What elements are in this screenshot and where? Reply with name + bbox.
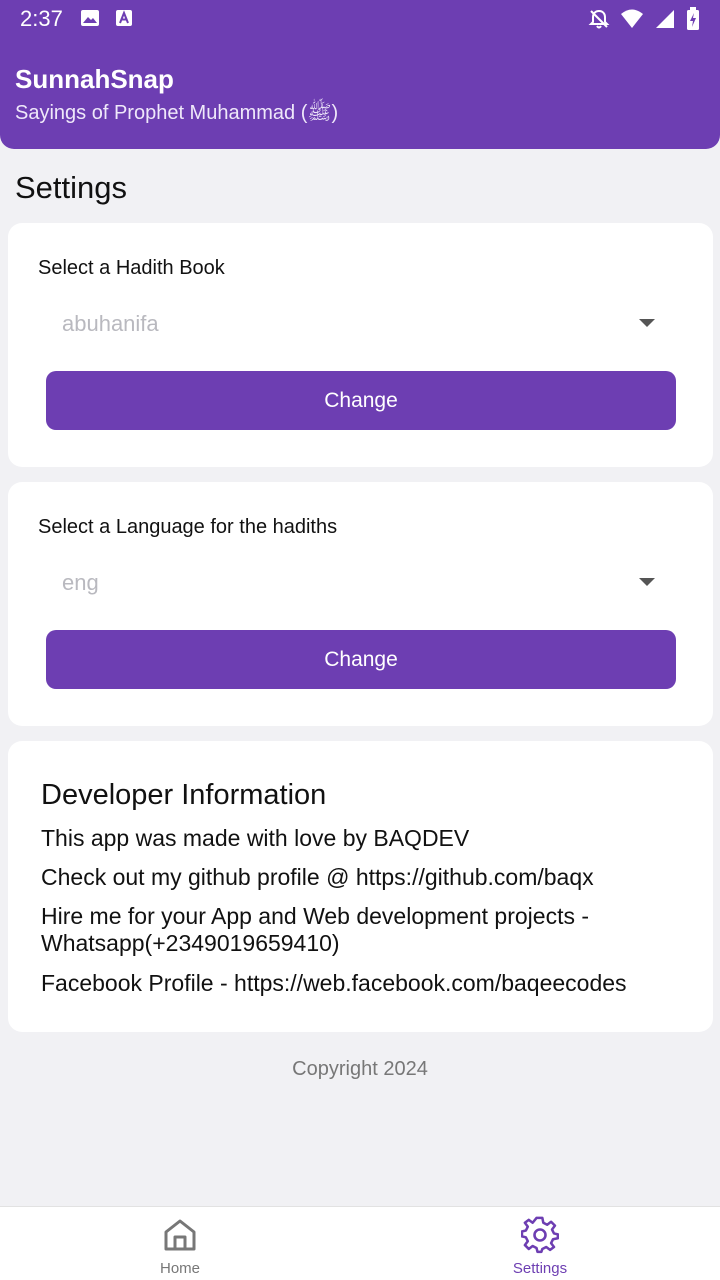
chevron-down-icon[interactable] xyxy=(639,578,655,586)
status-right-icons xyxy=(588,7,700,31)
developer-info-card: Developer Information This app was made … xyxy=(8,741,713,1032)
app-header: 2:37 SunnahSnap Sayings of Prophet Muham… xyxy=(0,0,720,149)
language-label: Select a Language for the hadiths xyxy=(38,516,338,538)
wifi-icon xyxy=(621,9,643,28)
developer-line-github[interactable]: Check out my github profile @ https://gi… xyxy=(41,864,681,891)
chevron-down-icon[interactable] xyxy=(639,319,655,327)
status-bar: 2:37 xyxy=(0,0,720,37)
page-title: Settings xyxy=(15,170,128,205)
bell-off-icon xyxy=(588,9,610,29)
bottom-nav: Home Settings xyxy=(0,1206,720,1280)
developer-heading: Developer Information xyxy=(41,779,327,811)
status-time: 2:37 xyxy=(20,6,63,31)
nav-label-home: Home xyxy=(159,1260,200,1277)
developer-line-hire[interactable]: Hire me for your App and Web development… xyxy=(41,903,681,957)
change-language-button[interactable]: Change xyxy=(46,630,676,689)
home-icon xyxy=(164,1219,196,1251)
hadith-book-card: Select a Hadith Book abuhanifa Change xyxy=(8,223,713,467)
hadith-book-select[interactable]: abuhanifa xyxy=(62,311,159,337)
status-left-icons xyxy=(80,8,134,28)
signal-icon xyxy=(656,10,674,28)
language-card: Select a Language for the hadiths eng Ch… xyxy=(8,482,713,726)
app-title: SunnahSnap xyxy=(15,64,174,94)
hadith-book-label: Select a Hadith Book xyxy=(38,257,225,279)
change-book-button[interactable]: Change xyxy=(46,371,676,430)
language-select[interactable]: eng xyxy=(62,570,99,596)
image-icon xyxy=(81,10,99,26)
copyright-text: Copyright 2024 xyxy=(292,1058,428,1080)
nav-label-settings: Settings xyxy=(512,1260,568,1277)
developer-line-facebook[interactable]: Facebook Profile - https://web.facebook.… xyxy=(41,970,681,997)
app-subtitle: Sayings of Prophet Muhammad (ﷺ) xyxy=(15,102,339,124)
battery-charging-icon xyxy=(687,7,699,30)
nav-item-home[interactable]: Home xyxy=(100,1207,260,1280)
gear-icon xyxy=(521,1216,559,1254)
nav-item-settings[interactable]: Settings xyxy=(460,1207,620,1280)
developer-line-credit: This app was made with love by BAQDEV xyxy=(41,825,470,851)
font-icon xyxy=(116,10,132,26)
